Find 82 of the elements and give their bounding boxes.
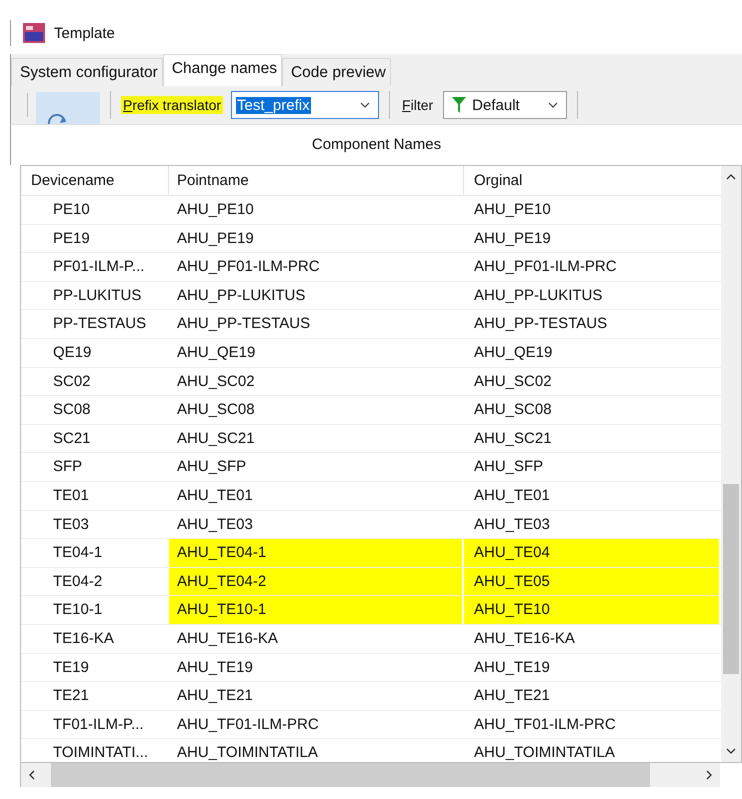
tab[interactable]: Code preview (282, 58, 391, 86)
table-cell-text: AHU_SC08 (473, 400, 553, 420)
table-cell: AHU_SFP (169, 453, 464, 481)
table-cell-text: AHU_QE19 (473, 342, 554, 363)
filter-icon (452, 97, 466, 113)
table-cell: AHU_TE21 (169, 682, 464, 710)
chevron-down-icon (360, 102, 370, 108)
table-cell-text: TE16-KA (52, 628, 115, 649)
table-cell-text: AHU_SC21 (473, 428, 553, 449)
prefix-dropdown[interactable]: Test_prefix (231, 91, 380, 119)
table-cell-text: AHU_SFP (473, 457, 544, 478)
table-cell-text: AHU_TE01 (473, 486, 551, 506)
table-cell-text: PE19 (52, 228, 91, 249)
table-cell-text: AHU_TE19 (473, 658, 551, 678)
app-icon (23, 23, 45, 43)
tab[interactable]: Change names (162, 54, 282, 86)
table-cell: AHU_TF01-ILM-PRC (169, 710, 464, 738)
table-cell: AHU_PE10 (169, 196, 464, 224)
scroll-right-icon[interactable] (706, 770, 712, 780)
table-cell-text: SC08 (52, 400, 92, 420)
table-cell-text: PE10 (52, 200, 91, 220)
table-cell-text: AHU_TOIMINTATILA (473, 743, 616, 762)
table-cell-text: AHU_PE10 (473, 200, 552, 220)
table-title: Component Names (10, 125, 742, 165)
horizontal-scrollbar[interactable] (20, 763, 720, 787)
table-cell: AHU_TE10-1 (169, 596, 464, 624)
table-cell: AHU_PP-TESTAUS (169, 310, 464, 338)
table-cell-text: SFP (52, 457, 84, 478)
table-cell-text: AHU_PE19 (473, 228, 552, 249)
table-cell: AHU_SC21 (169, 424, 464, 452)
table-cell: AHU_QE19 (169, 338, 464, 367)
chevron-down-icon (548, 102, 558, 108)
table-cell-text: AHU_SC02 (473, 372, 553, 392)
prefix-translator-label: Prefix translator (121, 96, 224, 114)
table-cell-text: TE19 (52, 658, 90, 678)
tab[interactable]: System configurator (11, 58, 163, 86)
table-cell-text: TE04-2 (52, 572, 104, 592)
refresh-button[interactable] (36, 92, 100, 124)
column-header[interactable]: Devicename (21, 166, 169, 195)
table-cell-text: AHU_PP-TESTAUS (473, 314, 608, 334)
table-cell-text: AHU_TE21 (473, 686, 551, 706)
column-header[interactable]: Orginal (464, 166, 719, 195)
table-cell-text: TE10-1 (52, 600, 104, 620)
table-cell: AHU_PP-LUKITUS (169, 282, 464, 310)
table-cell-text: TE01 (52, 486, 90, 506)
table-cell: AHU_TE01 (169, 482, 464, 510)
table-cell-text: AHU_TE16-KA (473, 628, 576, 649)
table-cell-text: SC21 (52, 428, 92, 449)
table-cell: AHU_PE19 (169, 224, 464, 252)
table-cell-text: PP-LUKITUS (52, 286, 142, 306)
table-cell: AHU_TE04-1 (169, 539, 464, 567)
table-cell-text: AHU_TE03 (473, 514, 551, 535)
table-cell-text: AHU_PF01-ILM-PRC (473, 257, 618, 278)
table-cell-text: TOIMINTATI... (52, 743, 149, 762)
table-cell-text: AHU_PP-LUKITUS (473, 286, 604, 306)
table-cell: AHU_TE04-2 (169, 568, 464, 596)
table-cell-text: PF01-ILM-P... (52, 257, 146, 278)
refresh-icon (46, 112, 68, 124)
table-cell-text: TF01-ILM-P... (52, 714, 145, 735)
table-cell: AHU_TE16-KA (169, 624, 464, 652)
table-cell: AHU_TE04 (464, 539, 719, 567)
table-cell-text: SC02 (52, 372, 92, 392)
window-title: Template (54, 24, 115, 42)
table-cell-text: TE04-1 (52, 543, 104, 564)
vertical-scrollbar[interactable] (721, 166, 741, 762)
table-cell: AHU_PF01-ILM-PRC (169, 253, 464, 281)
scroll-down-icon[interactable] (726, 748, 736, 754)
table-cell: AHU_SC08 (169, 396, 464, 424)
column-header[interactable]: Pointname (169, 166, 464, 195)
table-cell-text: QE19 (52, 342, 92, 363)
table-cell-text: TE21 (52, 686, 90, 706)
table-cell: AHU_TE19 (169, 654, 464, 682)
table-cell: AHU_TE10 (464, 596, 719, 624)
table-cell: AHU_SC02 (169, 368, 464, 396)
table-cell-text: TE03 (52, 514, 90, 535)
table-cell: AHU_TE05 (464, 568, 719, 596)
table-cell-text: AHU_TF01-ILM-PRC (473, 714, 617, 735)
table-cell-text: PP-TESTAUS (52, 314, 148, 334)
filter-label: Filter (401, 96, 434, 114)
filter-dropdown[interactable]: Default (443, 91, 568, 119)
scroll-left-icon[interactable] (29, 770, 35, 780)
scroll-up-icon[interactable] (726, 174, 736, 180)
